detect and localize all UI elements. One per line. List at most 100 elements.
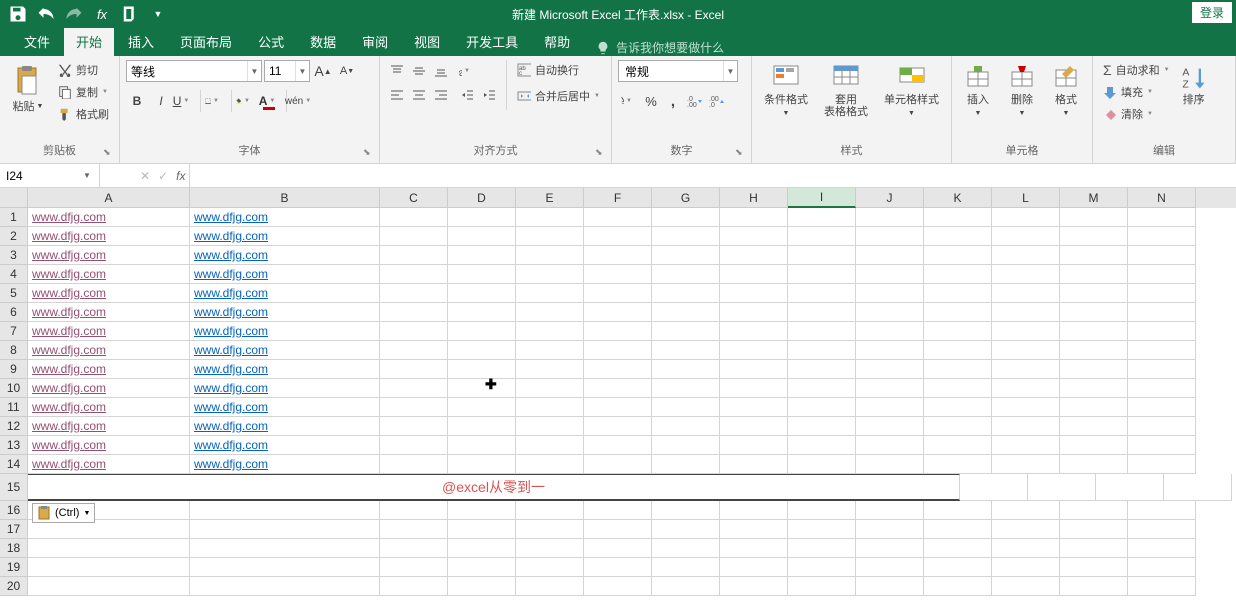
- decrease-decimal-button[interactable]: .00.0: [706, 90, 728, 112]
- cell[interactable]: [924, 520, 992, 539]
- align-right-button[interactable]: [430, 84, 452, 106]
- touch-mode-button[interactable]: [120, 4, 140, 24]
- cell-link[interactable]: www.dfjg.com: [28, 208, 190, 227]
- cell[interactable]: [448, 577, 516, 596]
- cell[interactable]: [516, 208, 584, 227]
- row-header[interactable]: 10: [0, 379, 28, 398]
- cell-link[interactable]: www.dfjg.com: [190, 227, 380, 246]
- cell[interactable]: [1060, 379, 1128, 398]
- undo-button[interactable]: [36, 4, 56, 24]
- cell[interactable]: [1060, 455, 1128, 474]
- cell-link[interactable]: www.dfjg.com: [190, 360, 380, 379]
- cell[interactable]: [1060, 539, 1128, 558]
- cell[interactable]: [856, 520, 924, 539]
- cell[interactable]: [1128, 436, 1196, 455]
- autosum-button[interactable]: Σ自动求和▼: [1099, 60, 1174, 80]
- conditional-format-button[interactable]: 条件格式▼: [758, 60, 814, 122]
- col-header-J[interactable]: J: [856, 188, 924, 208]
- cell[interactable]: [516, 341, 584, 360]
- cell[interactable]: [856, 501, 924, 520]
- cell[interactable]: [448, 398, 516, 417]
- cell[interactable]: [788, 246, 856, 265]
- cell[interactable]: [992, 208, 1060, 227]
- tab-formulas[interactable]: 公式: [246, 27, 296, 56]
- cell[interactable]: [856, 341, 924, 360]
- cell[interactable]: [924, 265, 992, 284]
- comma-button[interactable]: ,: [662, 90, 684, 112]
- cell[interactable]: [1128, 379, 1196, 398]
- cell[interactable]: [516, 360, 584, 379]
- cell[interactable]: [924, 227, 992, 246]
- save-button[interactable]: [8, 4, 28, 24]
- cell[interactable]: [448, 520, 516, 539]
- cell[interactable]: [380, 520, 448, 539]
- increase-font-button[interactable]: A▲: [312, 60, 334, 82]
- cell[interactable]: [788, 577, 856, 596]
- cell-link[interactable]: www.dfjg.com: [28, 379, 190, 398]
- cell[interactable]: [788, 284, 856, 303]
- align-middle-button[interactable]: [408, 60, 430, 82]
- tab-insert[interactable]: 插入: [116, 27, 166, 56]
- cell-link[interactable]: www.dfjg.com: [190, 322, 380, 341]
- cell-link[interactable]: www.dfjg.com: [28, 341, 190, 360]
- formula-input[interactable]: [190, 164, 1236, 187]
- tell-me-search[interactable]: 告诉我你想要做什么: [584, 39, 736, 56]
- cell-link[interactable]: www.dfjg.com: [28, 265, 190, 284]
- cell[interactable]: [516, 501, 584, 520]
- cell[interactable]: [992, 303, 1060, 322]
- cell[interactable]: [380, 227, 448, 246]
- row-header[interactable]: 5: [0, 284, 28, 303]
- cell-link[interactable]: www.dfjg.com: [190, 284, 380, 303]
- cell[interactable]: [788, 322, 856, 341]
- cell[interactable]: [584, 246, 652, 265]
- tab-help[interactable]: 帮助: [532, 27, 582, 56]
- col-header-M[interactable]: M: [1060, 188, 1128, 208]
- cell[interactable]: [1128, 558, 1196, 577]
- cell-link[interactable]: www.dfjg.com: [190, 208, 380, 227]
- cell[interactable]: [992, 322, 1060, 341]
- tab-developer[interactable]: 开发工具: [454, 27, 530, 56]
- format-painter-button[interactable]: 格式刷: [54, 104, 113, 124]
- cell-link[interactable]: www.dfjg.com: [190, 417, 380, 436]
- cell[interactable]: [720, 360, 788, 379]
- cell[interactable]: [652, 520, 720, 539]
- col-header-K[interactable]: K: [924, 188, 992, 208]
- decrease-indent-button[interactable]: [456, 84, 478, 106]
- col-header-B[interactable]: B: [190, 188, 380, 208]
- cell[interactable]: [448, 539, 516, 558]
- cell[interactable]: [652, 246, 720, 265]
- cell-link[interactable]: www.dfjg.com: [28, 303, 190, 322]
- cell[interactable]: [924, 208, 992, 227]
- cell[interactable]: [1128, 265, 1196, 284]
- cell[interactable]: [788, 558, 856, 577]
- cell[interactable]: [720, 558, 788, 577]
- cell[interactable]: [788, 360, 856, 379]
- underline-button[interactable]: U▼: [174, 90, 196, 112]
- cell[interactable]: [584, 539, 652, 558]
- cell[interactable]: [652, 455, 720, 474]
- cell[interactable]: [788, 208, 856, 227]
- cell[interactable]: [584, 208, 652, 227]
- cell[interactable]: [1060, 577, 1128, 596]
- cell[interactable]: [380, 558, 448, 577]
- cell[interactable]: [856, 379, 924, 398]
- cell[interactable]: [720, 284, 788, 303]
- cell-link[interactable]: www.dfjg.com: [190, 436, 380, 455]
- paste-options-button[interactable]: (Ctrl)▼: [32, 503, 95, 523]
- cell[interactable]: [720, 455, 788, 474]
- col-header-N[interactable]: N: [1128, 188, 1196, 208]
- cell[interactable]: [652, 501, 720, 520]
- cell[interactable]: [652, 341, 720, 360]
- cell[interactable]: [516, 558, 584, 577]
- cut-button[interactable]: 剪切: [54, 60, 113, 80]
- cell[interactable]: [516, 398, 584, 417]
- cell[interactable]: [924, 501, 992, 520]
- row-header[interactable]: 8: [0, 341, 28, 360]
- cell[interactable]: [788, 379, 856, 398]
- row-header[interactable]: 15: [0, 474, 28, 501]
- cell[interactable]: [720, 436, 788, 455]
- cell[interactable]: [720, 539, 788, 558]
- cell[interactable]: [924, 303, 992, 322]
- cell[interactable]: [448, 379, 516, 398]
- cell[interactable]: [720, 208, 788, 227]
